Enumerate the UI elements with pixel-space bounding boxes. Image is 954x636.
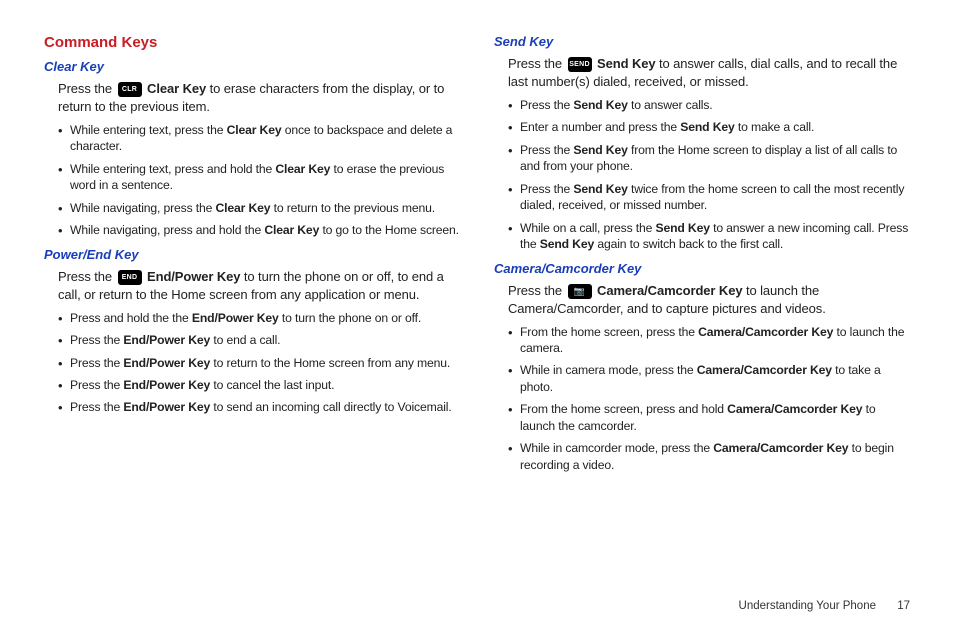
list-item: Press and hold the the End/Power Key to … bbox=[58, 310, 460, 326]
camera-bullets: From the home screen, press the Camera/C… bbox=[508, 324, 910, 474]
list-item: Press the End/Power Key to send an incom… bbox=[58, 399, 460, 415]
list-item: From the home screen, press the Camera/C… bbox=[508, 324, 910, 357]
clear-bullets: While entering text, press the Clear Key… bbox=[58, 122, 460, 239]
heading-send-key: Send Key bbox=[494, 34, 910, 49]
list-item: While navigating, press the Clear Key to… bbox=[58, 200, 460, 216]
text: Press the bbox=[58, 81, 116, 96]
list-item: Press the Send Key from the Home screen … bbox=[508, 142, 910, 175]
power-bullets: Press and hold the the End/Power Key to … bbox=[58, 310, 460, 416]
list-item: While navigating, press and hold the Cle… bbox=[58, 222, 460, 238]
heading-command-keys: Command Keys bbox=[44, 34, 460, 51]
text: to answer calls, dial calls, and to reca… bbox=[508, 56, 897, 89]
camera-icon: 📷 bbox=[568, 284, 592, 299]
end-icon: END bbox=[118, 270, 142, 285]
power-intro: Press the END End/Power Key to turn the … bbox=[58, 268, 460, 304]
right-column: Send Key Press the SEND Send Key to answ… bbox=[494, 34, 910, 479]
send-icon: SEND bbox=[568, 57, 592, 72]
list-item: Press the Send Key to answer calls. bbox=[508, 97, 910, 113]
send-bullets: Press the Send Key to answer calls. Ente… bbox=[508, 97, 910, 253]
camera-intro: Press the 📷 Camera/Camcorder Key to laun… bbox=[508, 282, 910, 318]
list-item: While in camcorder mode, press the Camer… bbox=[508, 440, 910, 473]
text: Press the bbox=[508, 283, 566, 298]
list-item: While in camera mode, press the Camera/C… bbox=[508, 362, 910, 395]
list-item: From the home screen, press and hold Cam… bbox=[508, 401, 910, 434]
text-bold: End/Power Key bbox=[147, 269, 240, 284]
text-bold: Clear Key bbox=[147, 81, 206, 96]
list-item: While on a call, press the Send Key to a… bbox=[508, 220, 910, 253]
clr-icon: CLR bbox=[118, 82, 142, 97]
list-item: Enter a number and press the Send Key to… bbox=[508, 119, 910, 135]
list-item: Press the End/Power Key to end a call. bbox=[58, 332, 460, 348]
list-item: Press the Send Key twice from the home s… bbox=[508, 181, 910, 214]
send-intro: Press the SEND Send Key to answer calls,… bbox=[508, 55, 910, 91]
heading-clear-key: Clear Key bbox=[44, 59, 460, 74]
text: Press the bbox=[508, 56, 566, 71]
clear-intro: Press the CLR Clear Key to erase charact… bbox=[58, 80, 460, 116]
heading-camera-key: Camera/Camcorder Key bbox=[494, 261, 910, 276]
heading-power-end-key: Power/End Key bbox=[44, 247, 460, 262]
text: Press the bbox=[58, 269, 116, 284]
footer-page-number: 17 bbox=[897, 600, 910, 612]
left-column: Command Keys Clear Key Press the CLR Cle… bbox=[44, 34, 460, 479]
list-item: While entering text, press the Clear Key… bbox=[58, 122, 460, 155]
text-bold: Camera/Camcorder Key bbox=[597, 283, 742, 298]
footer-section: Understanding Your Phone bbox=[739, 600, 876, 612]
list-item: Press the End/Power Key to cancel the la… bbox=[58, 377, 460, 393]
text-bold: Send Key bbox=[597, 56, 655, 71]
list-item: Press the End/Power Key to return to the… bbox=[58, 355, 460, 371]
footer: Understanding Your Phone 17 bbox=[739, 600, 910, 612]
list-item: While entering text, press and hold the … bbox=[58, 161, 460, 194]
